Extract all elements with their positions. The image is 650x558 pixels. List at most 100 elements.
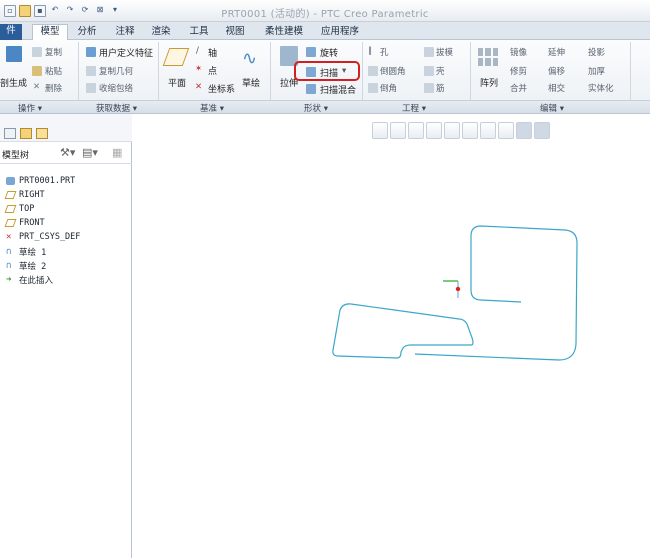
tree-columns-icon[interactable]: ▤▾ — [82, 146, 98, 159]
folder-browser-tab-icon[interactable] — [20, 128, 32, 139]
tree-item-part[interactable]: PRT0001.PRT — [6, 176, 75, 186]
revolve-button[interactable]: 旋转 — [320, 46, 338, 59]
chamfer-button[interactable]: 倒角 — [380, 82, 397, 94]
axis-button[interactable]: 轴 — [208, 46, 217, 59]
tree-filter-icon[interactable]: ▦ — [112, 146, 122, 159]
refit-icon[interactable] — [372, 122, 388, 139]
point-icon: ✶ — [195, 64, 203, 74]
csys-origin — [455, 286, 461, 292]
repaint-icon[interactable] — [426, 122, 442, 139]
datum-display-icon[interactable] — [498, 122, 514, 139]
merge-button[interactable]: 合并 — [510, 82, 527, 94]
spin-center-icon[interactable] — [516, 122, 532, 139]
zoom-out-icon[interactable] — [408, 122, 424, 139]
round-button[interactable]: 倒圆角 — [380, 65, 406, 77]
tree-item-label: 在此插入 — [19, 276, 54, 286]
model-tree-header: 模型树 ⚒▾ ▤▾ ▦ — [0, 144, 132, 164]
chamfer-icon — [368, 83, 378, 93]
part-icon — [6, 177, 15, 185]
tab-tools[interactable]: 工具 — [184, 25, 214, 40]
round-icon — [368, 66, 378, 76]
tab-applications[interactable]: 应用程序 — [314, 25, 366, 40]
sketch-icon: ∩ — [6, 247, 12, 257]
copy-geometry-icon — [86, 66, 96, 76]
pattern-icon — [478, 48, 498, 66]
saved-views-icon[interactable] — [462, 122, 478, 139]
tree-item-insert-here[interactable]: ➜ 在此插入 — [6, 274, 54, 287]
sketch-button[interactable]: 草绘 — [242, 76, 260, 89]
delete-button[interactable]: 删除 — [45, 82, 62, 94]
zoom-in-icon[interactable] — [390, 122, 406, 139]
delete-icon: ✕ — [33, 82, 41, 92]
csys-icon: ✕ — [195, 82, 203, 92]
ribbon-tabs: 件 模型 分析 注释 渲染 工具 视图 柔性建模 应用程序 — [0, 22, 650, 41]
tab-file[interactable]: 件 — [0, 24, 22, 40]
group-label-engineering[interactable]: 工程 ▾ — [402, 102, 426, 114]
sketch-icon: ∿ — [242, 48, 258, 69]
tree-settings-icon[interactable]: ⚒▾ — [60, 146, 75, 159]
tree-item-label: PRT0001.PRT — [19, 176, 76, 186]
group-label-datum[interactable]: 基准 ▾ — [200, 102, 224, 114]
tab-render[interactable]: 渲染 — [146, 25, 176, 40]
tree-item-front[interactable]: FRONT — [4, 218, 45, 228]
csys-icon: ✕ — [6, 232, 12, 242]
tree-item-label: 草绘 2 — [19, 262, 47, 272]
solidify-button[interactable]: 实体化 — [588, 82, 614, 94]
group-label-get-data[interactable]: 获取数据 ▾ — [96, 102, 137, 114]
mirror-button[interactable]: 镜像 — [510, 46, 527, 58]
rib-button[interactable]: 筋 — [436, 82, 445, 94]
group-divider — [362, 42, 363, 100]
display-style-icon[interactable] — [480, 122, 496, 139]
group-divider — [630, 42, 631, 100]
shell-button[interactable]: 壳 — [436, 65, 445, 77]
datum-plane-icon — [4, 219, 17, 227]
axis-icon: / — [196, 46, 199, 56]
tree-item-top[interactable]: TOP — [4, 204, 34, 214]
copy-button[interactable]: 复制 — [45, 46, 62, 58]
sketch-icon: ∩ — [6, 261, 12, 271]
extend-button[interactable]: 延伸 — [548, 46, 565, 58]
plane-button[interactable]: 平面 — [168, 76, 186, 89]
point-button[interactable]: 点 — [208, 64, 217, 77]
paste-button[interactable]: 粘贴 — [45, 65, 62, 77]
tree-item-sketch-1[interactable]: ∩ 草绘 1 — [6, 246, 46, 259]
intersect-button[interactable]: 相交 — [548, 82, 565, 94]
title-bar: ▫ ▪ ↶ ↷ ⟳ ⊠ ▾ PRT0001 (活动的) - PTC Creo P… — [0, 0, 650, 22]
tab-model[interactable]: 模型 — [32, 24, 68, 41]
udf-button[interactable]: 用户定义特征 — [99, 46, 153, 59]
tab-flexible-modeling[interactable]: 柔性建模 — [260, 25, 308, 40]
group-divider — [158, 42, 159, 100]
annotation-display-icon[interactable] — [534, 122, 550, 139]
project-button[interactable]: 投影 — [588, 46, 605, 58]
datum-plane-icon — [4, 205, 17, 213]
regenerate-button[interactable]: 剖生成 — [0, 76, 27, 89]
datum-plane-icon — [4, 191, 17, 199]
group-label-operations[interactable]: 操作 ▾ — [18, 102, 42, 114]
group-label-editing[interactable]: 编辑 ▾ — [540, 102, 564, 114]
trim-button[interactable]: 修剪 — [510, 65, 527, 77]
shrinkwrap-button[interactable]: 收缩包络 — [99, 82, 133, 94]
regenerate-icon — [6, 46, 22, 62]
reorient-icon[interactable] — [444, 122, 460, 139]
copy-geometry-button[interactable]: 复制几何 — [99, 65, 133, 77]
tab-annotate[interactable]: 注释 — [110, 25, 140, 40]
hole-icon: ∥ — [368, 46, 373, 56]
thicken-button[interactable]: 加厚 — [588, 65, 605, 77]
tree-item-csys[interactable]: ✕ PRT_CSYS_DEF — [6, 232, 80, 242]
group-label-shapes[interactable]: 形状 ▾ — [304, 102, 328, 114]
favorites-tab-icon[interactable] — [36, 128, 48, 139]
offset-button[interactable]: 偏移 — [548, 65, 565, 77]
graphics-toolbar — [372, 122, 550, 140]
model-tree-tab-icon[interactable] — [4, 128, 16, 139]
tree-item-right[interactable]: RIGHT — [4, 190, 45, 200]
csys-button[interactable]: 坐标系 — [208, 82, 235, 95]
tab-view[interactable]: 视图 — [220, 25, 250, 40]
swept-blend-button[interactable]: 扫描混合 — [320, 83, 356, 96]
hole-button[interactable]: 孔 — [380, 46, 389, 58]
tree-item-sketch-2[interactable]: ∩ 草绘 2 — [6, 260, 47, 273]
pattern-button[interactable]: 阵列 — [480, 76, 498, 89]
graphics-window[interactable] — [133, 114, 650, 558]
draft-button[interactable]: 拔模 — [436, 46, 453, 58]
tab-analysis[interactable]: 分析 — [72, 25, 102, 40]
window-title: PRT0001 (活动的) - PTC Creo Parametric — [221, 9, 429, 20]
